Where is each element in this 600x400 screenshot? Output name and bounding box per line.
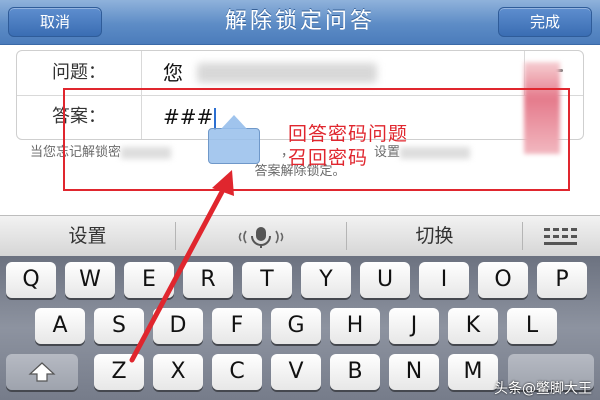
key-p[interactable]: P <box>537 262 587 298</box>
key-h[interactable]: H <box>330 308 380 344</box>
keyboard-settings-button[interactable]: 设置 <box>0 216 175 256</box>
voice-input-button[interactable] <box>176 216 346 256</box>
key-n[interactable]: N <box>389 354 439 390</box>
page-title: 解除锁定问答 <box>224 9 375 34</box>
menu-grid-icon <box>543 227 577 245</box>
key-f[interactable]: F <box>212 308 262 344</box>
key-l[interactable]: L <box>507 308 557 344</box>
key-y[interactable]: Y <box>301 262 351 298</box>
shift-arrow-icon <box>28 362 56 382</box>
key-o[interactable]: O <box>478 262 528 298</box>
key-i[interactable]: I <box>419 262 469 298</box>
key-z[interactable]: Z <box>94 354 144 390</box>
key-b[interactable]: B <box>330 354 380 390</box>
key-j[interactable]: J <box>389 308 439 344</box>
microphone-icon <box>238 226 284 248</box>
keyboard-switch-button[interactable]: 切换 <box>347 216 522 256</box>
watermark: 头条@鳖脚大王 <box>494 381 592 397</box>
annotation-label: 回答密码问题 召回密码 <box>288 122 408 170</box>
key-g[interactable]: G <box>271 308 321 344</box>
key-m[interactable]: M <box>448 354 498 390</box>
cancel-button[interactable]: 取消 <box>8 7 102 37</box>
key-t[interactable]: T <box>242 262 292 298</box>
key-k[interactable]: K <box>448 308 498 344</box>
key-w[interactable]: W <box>65 262 115 298</box>
key-r[interactable]: R <box>183 262 233 298</box>
text-cursor-magnifier[interactable] <box>208 115 260 164</box>
key-q[interactable]: Q <box>6 262 56 298</box>
done-button[interactable]: 完成 <box>498 7 592 37</box>
key-x[interactable]: X <box>153 354 203 390</box>
blurred-question-text <box>197 63 377 83</box>
key-a[interactable]: A <box>35 308 85 344</box>
key-c[interactable]: C <box>212 354 262 390</box>
keyboard-toolbar: 设置 切换 <box>0 215 600 257</box>
key-e[interactable]: E <box>124 262 174 298</box>
annotation-line1: 回答密码问题 <box>288 123 409 145</box>
key-d[interactable]: D <box>153 308 203 344</box>
keyboard-menu-button[interactable] <box>523 216 600 256</box>
key-v[interactable]: V <box>271 354 321 390</box>
shift-key[interactable] <box>6 354 78 390</box>
key-u[interactable]: U <box>360 262 410 298</box>
nav-bar: 取消 解除锁定问答 完成 <box>0 0 600 45</box>
annotation-line2: 召回密码 <box>288 147 369 169</box>
key-s[interactable]: S <box>94 308 144 344</box>
